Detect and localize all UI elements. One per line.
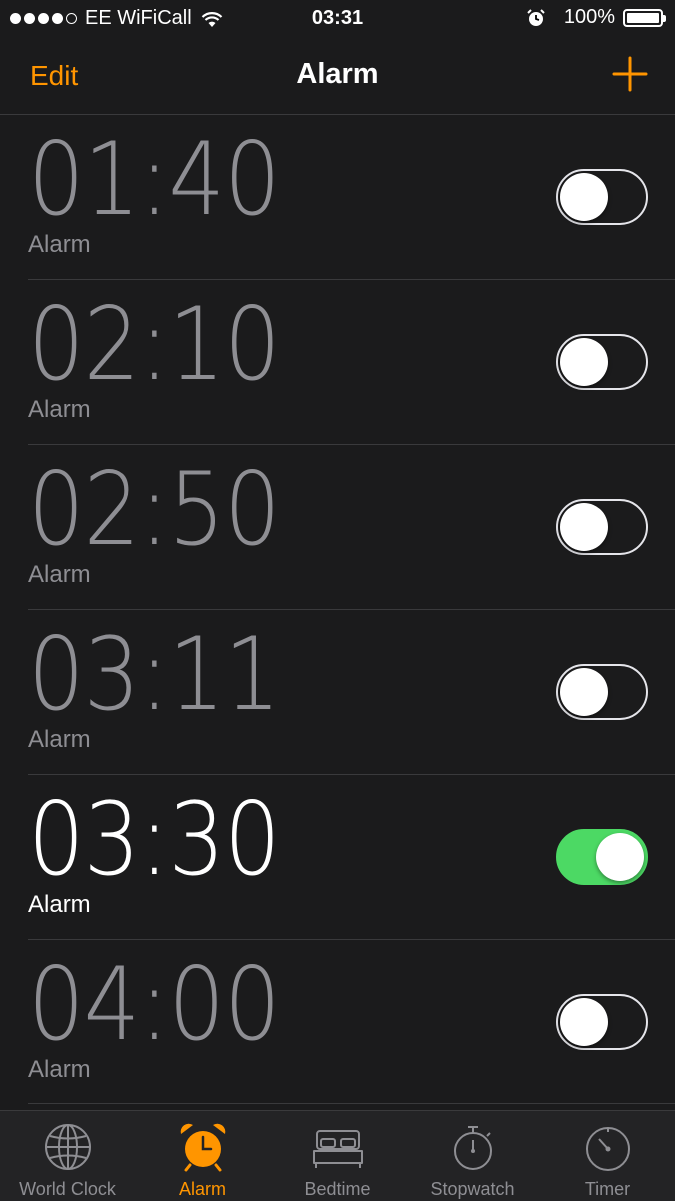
timer-icon [585,1127,630,1171]
navigation-bar: Edit Alarm [0,38,675,115]
alarm-label: Alarm [28,231,91,258]
alarm-label: Alarm [28,726,91,753]
alarm-row[interactable]: 03:30 Alarm [28,775,675,940]
alarm-label: Alarm [28,396,91,423]
tab-world-clock[interactable]: World Clock [0,1111,135,1201]
tab-label: World Clock [19,1179,116,1199]
alarm-list: 01:40 Alarm 02:10 Alarm 02:50 Alarm 03:1… [0,115,675,1104]
plus-icon[interactable] [612,56,648,92]
tab-alarm[interactable]: Alarm [135,1111,270,1201]
toggle-knob [560,503,608,551]
tab-stopwatch[interactable]: Stopwatch [405,1111,540,1201]
alarm-time: 02:10 [28,285,281,403]
status-bar: EE WiFiCall 03:31 100% [0,0,675,38]
alarm-toggle[interactable] [556,994,648,1050]
toggle-knob [560,998,608,1046]
tab-label: Bedtime [304,1179,371,1199]
alarm-toggle[interactable] [556,664,648,720]
status-right: 100% [526,6,666,29]
tab-bedtime[interactable]: Bedtime [270,1111,405,1201]
battery-percent: 100% [563,6,615,28]
tab-timer[interactable]: Timer [540,1111,675,1201]
toggle-knob [560,338,608,386]
alarm-row[interactable]: 02:10 Alarm [28,280,675,445]
tab-label: Alarm [178,1179,226,1199]
toggle-knob [560,668,608,716]
alarm-row[interactable]: 03:11 Alarm [28,610,675,775]
edit-button[interactable]: Edit [30,60,78,92]
alarm-label: Alarm [28,1056,91,1083]
alarm-time: 02:50 [28,450,281,568]
tab-label: Stopwatch [430,1179,515,1199]
toggle-knob [596,833,644,881]
alarm-toggle[interactable] [556,334,648,390]
alarm-time: 03:30 [28,780,281,898]
tab-bar: World Clock Alarm Bedtime Stopwatch Time… [0,1110,675,1201]
alarm-row[interactable]: 04:00 Alarm [28,940,675,1104]
alarm-toggle[interactable] [556,499,648,555]
alarm-toggle[interactable] [556,829,648,885]
bed-icon [312,1130,363,1168]
alarm-label: Alarm [28,561,91,588]
alarm-toggle[interactable] [556,169,648,225]
alarm-time: 03:11 [28,615,281,733]
battery-icon [623,8,666,27]
globe-icon [44,1124,91,1170]
alarm-label: Alarm [28,891,91,918]
alarm-time: 04:00 [28,945,281,1063]
alarm-indicator-icon [527,8,545,26]
alarm-clock-icon [180,1123,225,1172]
alarm-time: 01:40 [28,120,281,238]
toggle-knob [560,173,608,221]
alarm-row[interactable]: 02:50 Alarm [28,445,675,610]
tab-label: Timer [584,1179,631,1199]
alarm-row[interactable]: 01:40 Alarm [28,115,675,280]
page-title: Alarm [296,58,379,90]
stopwatch-icon [453,1126,492,1170]
